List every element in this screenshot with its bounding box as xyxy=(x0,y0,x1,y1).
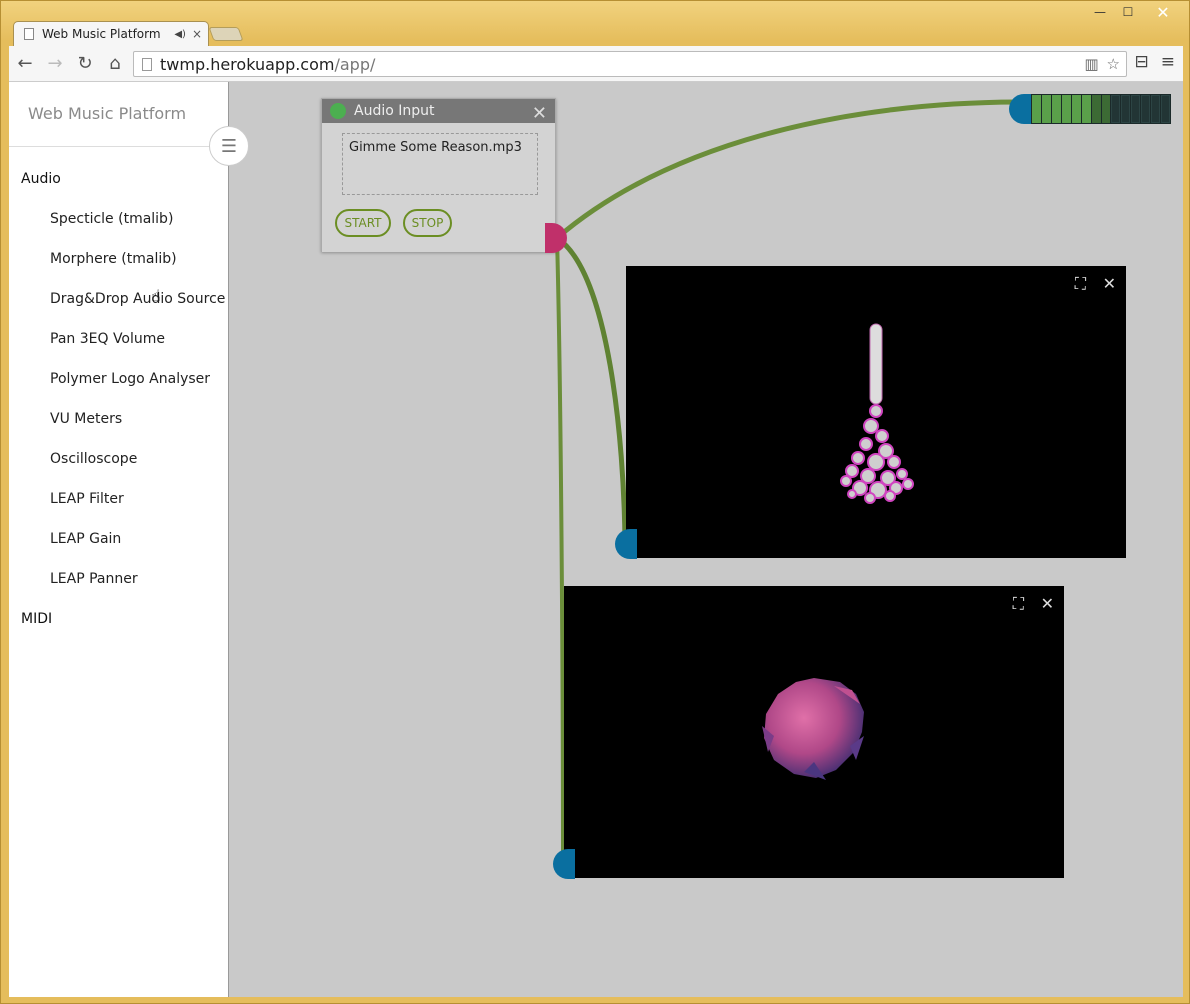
sidebar-item-leap-panner[interactable]: LEAP Panner xyxy=(50,571,138,587)
hand-cursor-icon: ☝ xyxy=(151,286,161,305)
specticle-input-port[interactable] xyxy=(615,529,637,559)
vu-segment xyxy=(1131,95,1141,123)
browser-toolbar: ← → ↻ ⌂ twmp.herokuapp.com/app/ ▥ ☆ ⊟ ≡ xyxy=(9,46,1183,82)
sidebar: Web Music Platform ☰ Audio Specticle (tm… xyxy=(9,82,249,997)
vu-meter xyxy=(1031,94,1171,124)
address-bar[interactable]: twmp.herokuapp.com/app/ ▥ ☆ xyxy=(133,51,1127,77)
sidebar-item-polymer-logo[interactable]: Polymer Logo Analyser xyxy=(50,371,210,387)
extension-icon[interactable]: ⊟ xyxy=(1135,52,1149,72)
sidebar-item-vu-meters[interactable]: VU Meters xyxy=(50,411,122,427)
close-icon[interactable]: ✕ xyxy=(1103,274,1116,293)
vu-input-port[interactable] xyxy=(1009,94,1031,124)
section-audio[interactable]: Audio xyxy=(21,171,61,187)
audio-input-node[interactable]: Audio Input ✕ Gimme Some Reason.mp3 STAR… xyxy=(321,98,556,252)
wire-to-morphere xyxy=(555,237,565,863)
sidebar-item-pan-3eq-volume[interactable]: Pan 3EQ Volume xyxy=(50,331,165,347)
bookmark-star-icon[interactable]: ☆ xyxy=(1107,55,1120,73)
url-path: /app/ xyxy=(334,54,376,74)
home-icon[interactable]: ⌂ xyxy=(101,50,129,78)
vu-segment xyxy=(1081,95,1091,123)
section-midi[interactable]: MIDI xyxy=(21,611,52,627)
node-header[interactable]: Audio Input ✕ xyxy=(322,99,555,124)
sidebar-item-leap-gain[interactable]: LEAP Gain xyxy=(50,531,121,547)
vu-segment xyxy=(1161,95,1170,123)
speaker-icon: ◀) xyxy=(174,28,186,40)
page-icon xyxy=(142,57,152,71)
vu-segment xyxy=(1051,95,1061,123)
patch-canvas[interactable]: Audio Input ✕ Gimme Some Reason.mp3 STAR… xyxy=(229,82,1183,997)
new-tab-button[interactable] xyxy=(208,27,244,41)
hamburger-icon[interactable]: ☰ xyxy=(209,126,249,166)
close-icon[interactable]: ✕ xyxy=(532,103,547,124)
vu-segment xyxy=(1141,95,1151,123)
specticle-visualization xyxy=(840,323,914,504)
browser-window: — ☐ ✕ Web Music Platform ◀) × ← → ↻ ⌂ tw… xyxy=(0,0,1190,1004)
close-window-button[interactable]: ✕ xyxy=(1143,3,1183,22)
brand-title: Web Music Platform xyxy=(28,104,187,123)
vu-segment xyxy=(1111,95,1121,123)
start-button[interactable]: START xyxy=(335,209,391,237)
vu-segment xyxy=(1041,95,1051,123)
vu-segment xyxy=(1151,95,1161,123)
divider xyxy=(9,146,229,147)
tab-title: Web Music Platform xyxy=(42,27,161,41)
tab-web-music-platform[interactable]: Web Music Platform ◀) × xyxy=(13,21,209,46)
sidebar-item-morphere[interactable]: Morphere (tmalib) xyxy=(50,251,177,267)
morphere-visualization xyxy=(762,678,864,780)
specticle-panel[interactable]: ⛶ ✕ xyxy=(626,266,1126,558)
expand-icon[interactable]: ⛶ xyxy=(1075,274,1086,294)
maximize-button[interactable]: ☐ xyxy=(1115,3,1141,21)
sidebar-item-oscilloscope[interactable]: Oscilloscope xyxy=(50,451,137,467)
tab-strip: Web Music Platform ◀) × xyxy=(13,21,413,46)
wire-to-specticle xyxy=(555,235,628,543)
page-viewport: Audio Input ✕ Gimme Some Reason.mp3 STAR… xyxy=(9,82,1183,997)
vu-segment xyxy=(1091,95,1101,123)
node-body: Gimme Some Reason.mp3 START STOP xyxy=(322,123,555,252)
minimize-button[interactable]: — xyxy=(1087,3,1113,21)
expand-icon[interactable]: ⛶ xyxy=(1013,594,1024,614)
url-host: twmp.herokuapp.com xyxy=(160,54,335,74)
vu-segment xyxy=(1121,95,1131,123)
forward-icon[interactable]: → xyxy=(41,50,69,78)
chrome-menu-icon[interactable]: ≡ xyxy=(1161,52,1175,72)
vu-segment xyxy=(1071,95,1081,123)
document-icon xyxy=(24,28,34,40)
vu-segment xyxy=(1101,95,1111,123)
vu-segment xyxy=(1061,95,1071,123)
morphere-panel[interactable]: ⛶ ✕ xyxy=(564,586,1064,878)
reload-icon[interactable]: ↻ xyxy=(71,50,99,78)
sidebar-item-leap-filter[interactable]: LEAP Filter xyxy=(50,491,124,507)
tab-close-icon[interactable]: × xyxy=(192,27,202,41)
close-icon[interactable]: ✕ xyxy=(1041,594,1054,613)
piano-extension-icon[interactable]: ▥ xyxy=(1084,55,1098,73)
file-drop-zone[interactable]: Gimme Some Reason.mp3 xyxy=(342,133,538,195)
morphere-input-port[interactable] xyxy=(553,849,575,879)
sidebar-item-specticle[interactable]: Specticle (tmalib) xyxy=(50,211,173,227)
wire-to-vu-meter xyxy=(555,99,1022,240)
stop-button[interactable]: STOP xyxy=(403,209,452,237)
node-title: Audio Input xyxy=(354,103,435,119)
status-dot xyxy=(330,103,346,119)
window-controls: — ☐ ✕ xyxy=(1087,3,1183,22)
file-name: Gimme Some Reason.mp3 xyxy=(349,140,522,155)
vu-segment xyxy=(1032,95,1041,123)
back-icon[interactable]: ← xyxy=(11,50,39,78)
sidebar-item-dragdrop-source[interactable]: Drag&Drop Audio Source xyxy=(50,291,225,307)
